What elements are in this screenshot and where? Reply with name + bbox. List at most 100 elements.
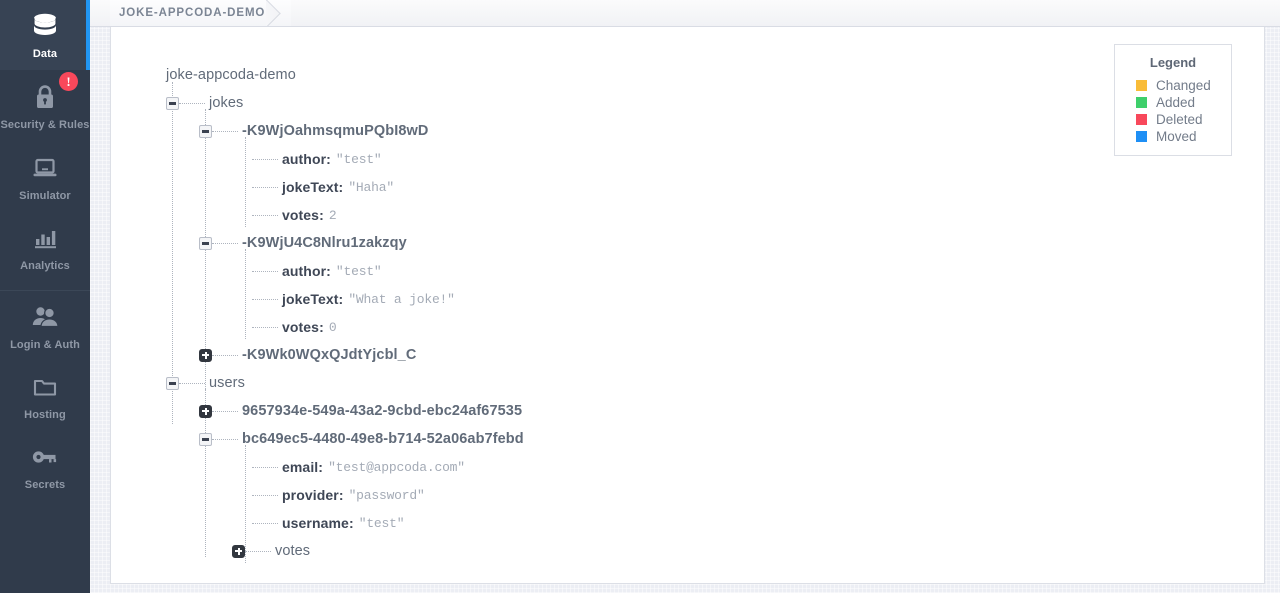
property-value[interactable]: 0 xyxy=(329,320,337,335)
tree-row-users[interactable]: users xyxy=(166,369,524,397)
breadcrumb-chevron-icon xyxy=(266,0,292,26)
tree-row-user-2-email: email: "test@appcoda.com" xyxy=(166,453,524,481)
sidebar-item-hosting[interactable]: Hosting xyxy=(0,361,90,431)
tree-row-joke-1-joketext: jokeText: "Haha" xyxy=(166,173,524,201)
breadcrumb[interactable]: JOKE-APPCODA-DEMO xyxy=(110,0,291,26)
tree-connector xyxy=(252,299,278,300)
sidebar-item-security-rules[interactable]: ! Security & Rules xyxy=(0,70,90,142)
legend-label: Added xyxy=(1156,95,1195,110)
property-key: author: xyxy=(282,151,331,167)
tree-connector xyxy=(245,551,271,552)
collapse-toggle-jokes[interactable] xyxy=(166,97,179,110)
sidebar: Data ! Security & Rules xyxy=(0,0,90,593)
legend-panel: Legend Changed Added Deleted Moved xyxy=(1114,44,1232,156)
tree-row-user-2-username: username: "test" xyxy=(166,509,524,537)
tree-row-joke-2-votes: votes: 0 xyxy=(166,313,524,341)
legend-item-changed: Changed xyxy=(1115,77,1231,94)
tree-node-label: -K9WjOahmsqmuPQbI8wD xyxy=(242,123,429,139)
sidebar-item-analytics[interactable]: Analytics xyxy=(0,212,90,282)
tree-row-joke-3[interactable]: -K9Wk0WQxQJdtYjcbl_C xyxy=(166,341,524,369)
sidebar-item-login-auth[interactable]: Login & Auth xyxy=(0,291,90,361)
legend-label: Moved xyxy=(1156,129,1197,144)
tree-connector xyxy=(212,243,238,244)
collapse-toggle-joke-2[interactable] xyxy=(199,237,212,250)
tree-node-label: -K9WjU4C8Nlru1zakzqy xyxy=(242,235,407,251)
folder-icon xyxy=(28,372,62,402)
tree-row-jokes[interactable]: jokes xyxy=(166,89,524,117)
tree-row-votes[interactable]: votes xyxy=(166,537,524,565)
tree-row-joke-1[interactable]: -K9WjOahmsqmuPQbI8wD xyxy=(166,117,524,145)
legend-label: Changed xyxy=(1156,78,1211,93)
tree-node-label: votes xyxy=(275,543,310,559)
bar-chart-icon xyxy=(28,223,62,253)
legend-swatch-changed xyxy=(1136,80,1147,91)
property-key: votes: xyxy=(282,207,324,223)
property-value[interactable]: 2 xyxy=(329,208,337,223)
legend-item-moved: Moved xyxy=(1115,128,1231,145)
tree-row-joke-2-joketext: jokeText: "What a joke!" xyxy=(166,285,524,313)
property-key: jokeText: xyxy=(282,291,343,307)
breadcrumb-label: JOKE-APPCODA-DEMO xyxy=(119,7,265,19)
collapse-toggle-user-2[interactable] xyxy=(199,433,212,446)
tree-row-joke-1-author: author: "test" xyxy=(166,145,524,173)
property-value[interactable]: "Haha" xyxy=(348,180,394,195)
property-value[interactable]: "test" xyxy=(359,516,405,531)
sidebar-item-label: Login & Auth xyxy=(10,339,80,351)
main-pane: JOKE-APPCODA-DEMO Legend Changed Added D… xyxy=(90,0,1280,593)
lock-icon: ! xyxy=(28,82,62,112)
tree-connector xyxy=(179,103,205,104)
tree-connector xyxy=(212,411,238,412)
sidebar-item-label: Data xyxy=(33,48,57,60)
tree-node-label: -K9Wk0WQxQJdtYjcbl_C xyxy=(242,347,416,363)
tree-node-label: bc649ec5-4480-49e8-b714-52a06ab7febd xyxy=(242,431,524,447)
sidebar-item-label: Analytics xyxy=(20,260,70,272)
tree-row-joke-2-author: author: "test" xyxy=(166,257,524,285)
property-value[interactable]: "test" xyxy=(336,152,382,167)
property-value[interactable]: "What a joke!" xyxy=(348,292,454,307)
tree-connector xyxy=(252,271,278,272)
property-key: author: xyxy=(282,263,331,279)
expand-toggle-joke-3[interactable] xyxy=(199,349,212,362)
data-panel: Legend Changed Added Deleted Moved xyxy=(110,27,1265,584)
tree-connector xyxy=(179,383,205,384)
sidebar-item-data[interactable]: Data xyxy=(0,0,90,70)
property-key: votes: xyxy=(282,319,324,335)
property-value[interactable]: "test" xyxy=(336,264,382,279)
spacer xyxy=(0,282,90,290)
sidebar-item-label: Secrets xyxy=(25,479,65,491)
top-bar: JOKE-APPCODA-DEMO xyxy=(90,0,1280,27)
tree-row-user-2[interactable]: bc649ec5-4480-49e8-b714-52a06ab7febd xyxy=(166,425,524,453)
tree-row-user-1[interactable]: 9657934e-549a-43a2-9cbd-ebc24af67535 xyxy=(166,397,524,425)
property-key: email: xyxy=(282,459,323,475)
tree-connector xyxy=(252,467,278,468)
expand-toggle-user-1[interactable] xyxy=(199,405,212,418)
active-accent-bar xyxy=(86,0,90,70)
sidebar-item-simulator[interactable]: Simulator xyxy=(0,142,90,212)
sidebar-item-label: Security & Rules xyxy=(0,119,89,131)
property-key: username: xyxy=(282,515,354,531)
users-icon xyxy=(28,302,62,332)
collapse-toggle-joke-1[interactable] xyxy=(199,125,212,138)
property-value[interactable]: "test@appcoda.com" xyxy=(328,460,465,475)
tree-row-root: joke-appcoda-demo xyxy=(166,61,524,89)
property-value[interactable]: "password" xyxy=(349,488,425,503)
sidebar-item-label: Hosting xyxy=(24,409,66,421)
property-key: provider: xyxy=(282,487,344,503)
sidebar-item-secrets[interactable]: Secrets xyxy=(0,431,90,501)
tree-connector xyxy=(252,159,278,160)
collapse-toggle-users[interactable] xyxy=(166,377,179,390)
tree-connector xyxy=(252,215,278,216)
tree-connector xyxy=(212,355,238,356)
tree-node-label: jokes xyxy=(209,95,243,111)
tree-connector xyxy=(212,131,238,132)
tree-row-joke-2[interactable]: -K9WjU4C8Nlru1zakzqy xyxy=(166,229,524,257)
tree-row-joke-1-votes: votes: 2 xyxy=(166,201,524,229)
expand-toggle-votes[interactable] xyxy=(232,545,245,558)
tree-connector xyxy=(252,327,278,328)
legend-swatch-added xyxy=(1136,97,1147,108)
sidebar-item-label: Simulator xyxy=(19,190,71,202)
alert-badge: ! xyxy=(59,72,78,91)
tree-row-user-2-provider: provider: "password" xyxy=(166,481,524,509)
tree-root-label: joke-appcoda-demo xyxy=(166,67,296,83)
database-icon xyxy=(28,11,62,41)
